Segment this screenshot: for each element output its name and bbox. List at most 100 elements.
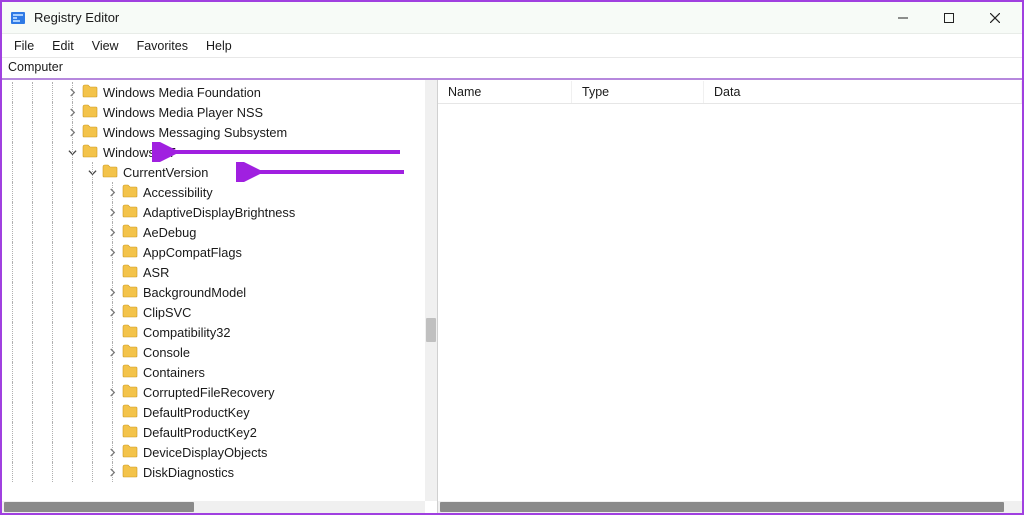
tree-item-label: Windows Media Foundation bbox=[103, 85, 261, 100]
chevron-right-icon[interactable] bbox=[62, 82, 82, 102]
tree-item-label: CorruptedFileRecovery bbox=[143, 385, 275, 400]
titlebar: Registry Editor bbox=[2, 2, 1022, 34]
folder-icon bbox=[122, 424, 143, 441]
chevron-down-icon[interactable] bbox=[82, 162, 102, 182]
chevron-right-icon[interactable] bbox=[102, 382, 122, 402]
tree-item-label: Windows NT bbox=[103, 145, 176, 160]
column-type[interactable]: Type bbox=[572, 81, 704, 103]
tree-item[interactable]: ASR bbox=[2, 262, 425, 282]
list-panel: Name Type Data bbox=[438, 80, 1022, 513]
chevron-right-icon[interactable] bbox=[102, 222, 122, 242]
chevron-right-icon[interactable] bbox=[102, 202, 122, 222]
folder-icon bbox=[82, 104, 103, 121]
content-area: Windows Media Foundation Windows Media Pl… bbox=[2, 80, 1022, 513]
tree-item-label: Containers bbox=[143, 365, 205, 380]
tree-item[interactable]: AppCompatFlags bbox=[2, 242, 425, 262]
tree-tee bbox=[102, 322, 122, 342]
folder-icon bbox=[82, 124, 103, 141]
column-data[interactable]: Data bbox=[704, 81, 1022, 103]
chevron-down-icon[interactable] bbox=[62, 142, 82, 162]
chevron-right-icon[interactable] bbox=[102, 182, 122, 202]
tree-item-label: Compatibility32 bbox=[143, 325, 231, 340]
tree-item-label: BackgroundModel bbox=[143, 285, 246, 300]
tree-item-label: Windows Messaging Subsystem bbox=[103, 125, 287, 140]
tree-item-label: DefaultProductKey bbox=[143, 405, 250, 420]
tree-item[interactable]: Compatibility32 bbox=[2, 322, 425, 342]
tree-item-label: Accessibility bbox=[143, 185, 213, 200]
tree-item-label: ClipSVC bbox=[143, 305, 191, 320]
chevron-right-icon[interactable] bbox=[62, 102, 82, 122]
list-horizontal-scrollbar[interactable] bbox=[438, 501, 1022, 513]
tree-item[interactable]: CurrentVersion bbox=[2, 162, 425, 182]
folder-icon bbox=[122, 384, 143, 401]
list-body[interactable] bbox=[438, 104, 1022, 513]
tree-item-label: CurrentVersion bbox=[123, 165, 208, 180]
tree-horizontal-scrollbar[interactable] bbox=[2, 501, 425, 513]
tree-tee bbox=[102, 422, 122, 442]
menu-help[interactable]: Help bbox=[198, 36, 240, 56]
folder-icon bbox=[122, 244, 143, 261]
chevron-right-icon[interactable] bbox=[102, 282, 122, 302]
folder-icon bbox=[122, 264, 143, 281]
tree-item-label: AdaptiveDisplayBrightness bbox=[143, 205, 295, 220]
maximize-button[interactable] bbox=[926, 3, 972, 33]
menu-file[interactable]: File bbox=[6, 36, 42, 56]
menu-edit[interactable]: Edit bbox=[44, 36, 82, 56]
tree-item[interactable]: ClipSVC bbox=[2, 302, 425, 322]
tree-item[interactable]: Containers bbox=[2, 362, 425, 382]
chevron-right-icon[interactable] bbox=[62, 122, 82, 142]
tree-vertical-scrollbar[interactable] bbox=[425, 80, 437, 501]
tree-item[interactable]: AeDebug bbox=[2, 222, 425, 242]
tree-item-label: ASR bbox=[143, 265, 169, 280]
tree-item[interactable]: Accessibility bbox=[2, 182, 425, 202]
folder-icon bbox=[82, 144, 103, 161]
tree-item[interactable]: BackgroundModel bbox=[2, 282, 425, 302]
close-button[interactable] bbox=[972, 3, 1018, 33]
list-header: Name Type Data bbox=[438, 80, 1022, 104]
chevron-right-icon[interactable] bbox=[102, 302, 122, 322]
tree-item-label: DiskDiagnostics bbox=[143, 465, 234, 480]
tree-item[interactable]: Windows Messaging Subsystem bbox=[2, 122, 425, 142]
folder-icon bbox=[122, 404, 143, 421]
folder-icon bbox=[122, 324, 143, 341]
chevron-right-icon[interactable] bbox=[102, 242, 122, 262]
tree-scroll: Windows Media Foundation Windows Media Pl… bbox=[2, 80, 437, 513]
tree-item[interactable]: DiskDiagnostics bbox=[2, 462, 425, 482]
folder-icon bbox=[122, 184, 143, 201]
tree-item[interactable]: DefaultProductKey bbox=[2, 402, 425, 422]
folder-icon bbox=[122, 304, 143, 321]
minimize-button[interactable] bbox=[880, 3, 926, 33]
tree-tee bbox=[102, 262, 122, 282]
tree-item[interactable]: Windows NT bbox=[2, 142, 425, 162]
folder-icon bbox=[122, 464, 143, 481]
tree-item[interactable]: CorruptedFileRecovery bbox=[2, 382, 425, 402]
chevron-right-icon[interactable] bbox=[102, 342, 122, 362]
tree-panel: Windows Media Foundation Windows Media Pl… bbox=[2, 80, 438, 513]
menu-favorites[interactable]: Favorites bbox=[129, 36, 196, 56]
tree-tee bbox=[102, 402, 122, 422]
tree-item-label: Windows Media Player NSS bbox=[103, 105, 263, 120]
menubar: File Edit View Favorites Help bbox=[2, 34, 1022, 58]
chevron-right-icon[interactable] bbox=[102, 462, 122, 482]
chevron-right-icon[interactable] bbox=[102, 442, 122, 462]
tree-item[interactable]: Windows Media Foundation bbox=[2, 82, 425, 102]
menu-view[interactable]: View bbox=[84, 36, 127, 56]
tree-item-label: Console bbox=[143, 345, 190, 360]
registry-editor-window: Registry Editor File Edit View Favorites… bbox=[0, 0, 1024, 515]
address-bar[interactable]: Computer bbox=[2, 58, 1022, 80]
tree-item[interactable]: Windows Media Player NSS bbox=[2, 102, 425, 122]
column-name[interactable]: Name bbox=[438, 81, 572, 103]
tree-item-label: AeDebug bbox=[143, 225, 196, 240]
folder-icon bbox=[122, 284, 143, 301]
folder-icon bbox=[122, 344, 143, 361]
tree-tee bbox=[102, 362, 122, 382]
tree-item[interactable]: AdaptiveDisplayBrightness bbox=[2, 202, 425, 222]
tree-item[interactable]: DefaultProductKey2 bbox=[2, 422, 425, 442]
tree-item[interactable]: Console bbox=[2, 342, 425, 362]
tree-item-label: DefaultProductKey2 bbox=[143, 425, 257, 440]
window-title: Registry Editor bbox=[34, 10, 880, 25]
tree-item[interactable]: DeviceDisplayObjects bbox=[2, 442, 425, 462]
folder-icon bbox=[82, 84, 103, 101]
folder-icon bbox=[122, 224, 143, 241]
regedit-icon bbox=[10, 10, 26, 26]
